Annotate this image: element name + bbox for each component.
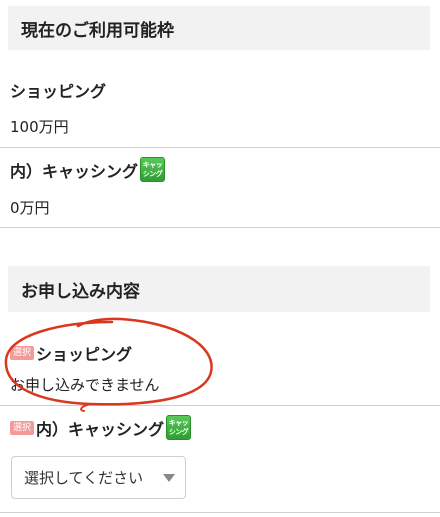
annotation-stroke bbox=[4, 317, 213, 406]
annotation-circle bbox=[4, 317, 213, 412]
annotation-tail bbox=[80, 403, 91, 412]
